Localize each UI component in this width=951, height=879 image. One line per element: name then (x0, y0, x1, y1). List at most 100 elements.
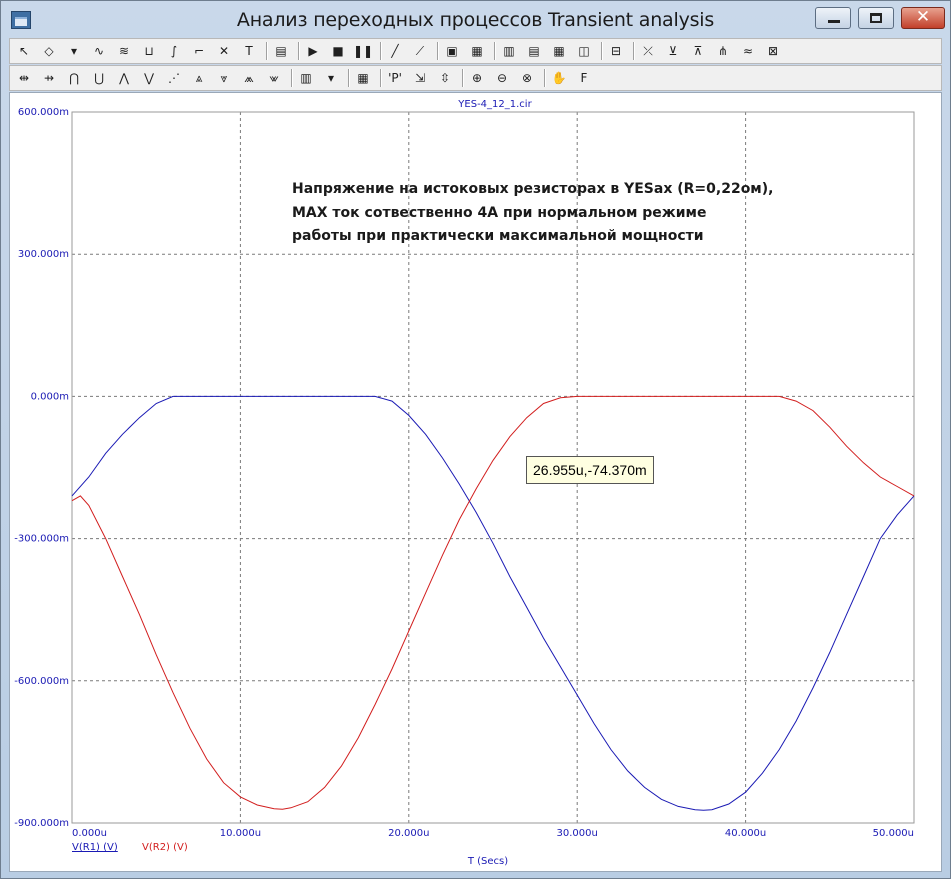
run-icon: ▶ (308, 44, 318, 58)
text-tool-button[interactable]: T (239, 41, 259, 61)
series-line-vr1[interactable] (71, 395, 915, 811)
baseline-button[interactable]: ⊟ (606, 41, 626, 61)
plot-file-name: YES-4_12_1.cir (457, 99, 532, 110)
xy-plot-button[interactable]: ✕ (214, 41, 234, 61)
frame-button[interactable]: ▣ (442, 41, 462, 61)
valley-icon: ⊼ (693, 44, 703, 58)
stack-wave-button[interactable]: ≋ (114, 41, 134, 61)
line-tool-button[interactable]: ╱ (385, 41, 405, 61)
toolbar-separator (266, 42, 268, 60)
zoom-out-button[interactable]: ⊖ (492, 68, 512, 88)
cursor-tooltip: 26.955u,-74.370m (526, 456, 654, 484)
properties-button[interactable]: ▤ (271, 41, 291, 61)
global-high-icon: ⩓ (195, 71, 203, 85)
rise-button[interactable]: ⋰ (164, 68, 184, 88)
dropdown-arrow-button[interactable]: ▾ (64, 41, 84, 61)
peak-next-button[interactable]: ⋂ (64, 68, 84, 88)
zoom-fit-button[interactable]: ⊗ (517, 68, 537, 88)
select-arrow-icon: ↖ (18, 44, 30, 58)
select-arrow-button[interactable]: ↖ (14, 41, 34, 61)
vertical-grid-button[interactable]: ▥ (499, 41, 519, 61)
maximize-button[interactable] (858, 7, 894, 29)
baseline-icon: ⊟ (610, 44, 622, 58)
tangent-line-button[interactable]: ⟋ (410, 41, 430, 61)
y-tick-label: -300.000m (14, 534, 69, 545)
vertical-tag-button[interactable]: ⇳ (435, 68, 455, 88)
legend-vr1[interactable]: V(R1) (V) (72, 842, 118, 853)
cursor-left-button[interactable]: ⇹ (14, 68, 34, 88)
low-button[interactable]: ⋁ (139, 68, 159, 88)
color-palette-icon: ▥ (300, 71, 312, 85)
dropdown-arrow-icon: ▾ (70, 44, 78, 58)
point-tag-icon: 'P' (388, 71, 402, 85)
pan-button[interactable]: ✋ (549, 68, 569, 88)
color-palette-button[interactable]: ▥ (296, 68, 316, 88)
valley-next-icon: ⋃ (94, 71, 104, 85)
annotation-line-3: работы при практически максимальной мощн… (292, 228, 704, 244)
scale-wave-button[interactable]: ∿ (89, 41, 109, 61)
axis-grid-button[interactable]: ◫ (574, 41, 594, 61)
tangent-line-icon: ⟋ (415, 44, 425, 58)
peak-icon: ⊻ (668, 44, 678, 58)
plot-annotation: Напряжение на истоковых резисторах в YES… (292, 181, 773, 244)
series-line-vr2[interactable] (71, 395, 915, 810)
node-select-button[interactable]: ◇ (39, 41, 59, 61)
horizontal-grid-icon: ▤ (528, 44, 540, 58)
peak-button[interactable]: ⊻ (663, 41, 683, 61)
global-valley-button[interactable]: ⩖ (264, 68, 284, 88)
bracket-wave-button[interactable]: ⊔ (139, 41, 159, 61)
minor-grid-button[interactable]: ▦ (549, 41, 569, 61)
pause-button[interactable]: ❚❚ (353, 41, 373, 61)
toolbar-separator (494, 42, 496, 60)
step-button[interactable]: ⌐ (189, 41, 209, 61)
xy-plot-icon: ✕ (218, 44, 230, 58)
legend-vr2[interactable]: V(R2) (V) (142, 842, 188, 853)
zoom-fit-icon: ⊗ (521, 71, 533, 85)
x-tick-label: 0.000u (72, 828, 107, 839)
global-high-button[interactable]: ⩓ (189, 68, 209, 88)
close-button[interactable]: ✕ (901, 7, 945, 29)
axis-grid-icon: ◫ (578, 44, 590, 58)
global-peak-button[interactable]: ⩕ (239, 68, 259, 88)
toolbar-cursor: ⇹ ⇸ ⋂ ⋃ ⋀ ⋁ ⋰ ⩓ ⩔ ⩕ ⩖ ▥ ▾ ▦ 'P' ⇲ ⇳ ⊕ ⊖ ⊗ ✋ F (9, 65, 942, 91)
zoom-in-button[interactable]: ⊕ (467, 68, 487, 88)
stack-wave-icon: ≋ (118, 44, 130, 58)
global-valley-icon: ⩖ (269, 71, 279, 85)
grid-button[interactable]: ▦ (467, 41, 487, 61)
point-marker-icon: ⤫ (643, 44, 653, 58)
horizontal-tag-button[interactable]: ⇲ (410, 68, 430, 88)
valley-button[interactable]: ⊼ (688, 41, 708, 61)
close-plot-button[interactable]: ⊠ (763, 41, 783, 61)
point-tag-button[interactable]: 'P' (385, 68, 405, 88)
x-axis-label: T (Secs) (467, 856, 508, 867)
toolbar-separator (291, 69, 293, 87)
text-tool-icon: T (245, 44, 253, 58)
plot-area[interactable]: 600.000m 300.000m 0.000m -300.000m -600.000m… (9, 92, 942, 872)
y-tick-label: 0.000m (31, 391, 69, 402)
run-button[interactable]: ▶ (303, 41, 323, 61)
cursor-right-button[interactable]: ⇸ (39, 68, 59, 88)
minimize-icon (828, 20, 840, 23)
x-tick-label: 20.000u (388, 828, 429, 839)
minor-grid-icon: ▦ (553, 44, 565, 58)
point-marker-button[interactable]: ⤫ (638, 41, 658, 61)
inflection-button[interactable]: ⋔ (713, 41, 733, 61)
title-bar[interactable]: Анализ переходных процессов Transient an… (1, 1, 950, 38)
minimize-button[interactable] (815, 7, 851, 29)
global-low-button[interactable]: ⩔ (214, 68, 234, 88)
derivative-button[interactable]: ∫ (164, 41, 184, 61)
line-tool-icon: ╱ (391, 44, 399, 58)
close-icon: ✕ (915, 7, 931, 27)
font-button[interactable]: F (574, 68, 594, 88)
dropdown-arrow-button[interactable]: ▾ (321, 68, 341, 88)
slope-button[interactable]: ≈ (738, 41, 758, 61)
valley-next-button[interactable]: ⋃ (89, 68, 109, 88)
horizontal-grid-button[interactable]: ▤ (524, 41, 544, 61)
transient-plot[interactable]: 600.000m 300.000m 0.000m -300.000m -600.000m… (10, 93, 941, 871)
high-button[interactable]: ⋀ (114, 68, 134, 88)
stop-button[interactable]: ■ (328, 41, 348, 61)
data-table-button[interactable]: ▦ (353, 68, 373, 88)
zoom-in-icon: ⊕ (471, 71, 483, 85)
toolbar-separator (462, 69, 464, 87)
cursor-left-icon: ⇹ (18, 71, 30, 85)
